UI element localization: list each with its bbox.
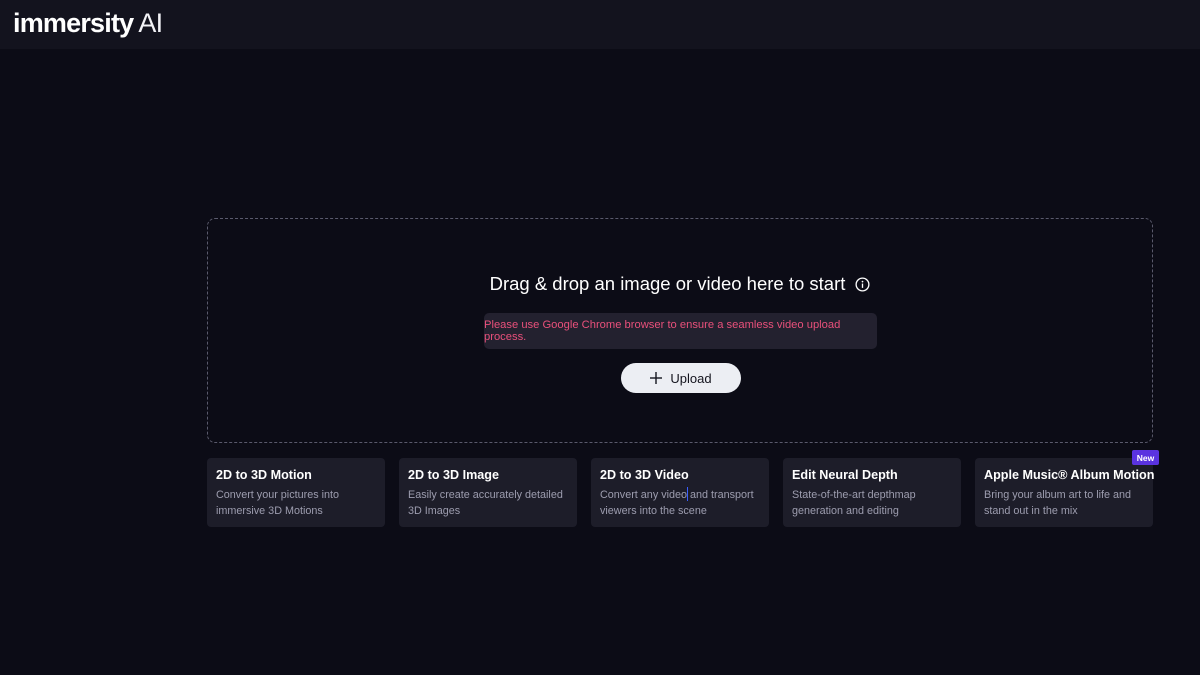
card-2d-to-3d-image[interactable]: 2D to 3D Image Easily create accurately … <box>399 458 577 527</box>
logo-brand: immersity <box>13 8 134 38</box>
top-header: immersity AI <box>0 0 1200 49</box>
dropzone-title-row: Drag & drop an image or video here to st… <box>208 273 1152 295</box>
browser-warning-text: Please use Google Chrome browser to ensu… <box>484 319 841 343</box>
plus-icon <box>650 372 663 384</box>
card-apple-music-album-motion[interactable]: Apple Music® Album Motion Bring your alb… <box>975 458 1155 527</box>
card-description: State-of-the-art depthmap generation and… <box>792 489 916 517</box>
new-badge: New <box>1132 450 1159 465</box>
dropzone-title: Drag & drop an image or video here to st… <box>489 273 846 294</box>
card-description: Convert any video and transport viewers … <box>600 489 754 517</box>
upload-button-label: Upload <box>670 370 712 386</box>
card-title: Apple Music® Album Motion <box>984 468 1155 482</box>
card-title: 2D to 3D Motion <box>216 468 312 482</box>
logo[interactable]: immersity AI <box>13 8 163 39</box>
card-description: Bring your album art to life and stand o… <box>984 489 1132 517</box>
logo-suffix: AI <box>138 8 163 38</box>
card-2d-to-3d-video[interactable]: 2D to 3D Video Convert any video and tra… <box>591 458 769 527</box>
card-description: Easily create accurately detailed 3D Ima… <box>408 489 563 517</box>
card-description: Convert your pictures into immersive 3D … <box>216 489 340 517</box>
upload-button[interactable]: Upload <box>621 363 741 393</box>
upload-dropzone[interactable]: Drag & drop an image or video here to st… <box>207 218 1153 443</box>
browser-warning: Please use Google Chrome browser to ensu… <box>484 313 877 349</box>
text-cursor <box>687 487 688 501</box>
info-icon[interactable] <box>855 276 870 292</box>
card-edit-neural-depth[interactable]: Edit Neural Depth State-of-the-art depth… <box>783 458 961 527</box>
card-title: 2D to 3D Image <box>408 468 499 482</box>
card-title: Edit Neural Depth <box>792 468 898 482</box>
card-2d-to-3d-motion[interactable]: 2D to 3D Motion Convert your pictures in… <box>207 458 385 527</box>
card-title: 2D to 3D Video <box>600 468 689 482</box>
